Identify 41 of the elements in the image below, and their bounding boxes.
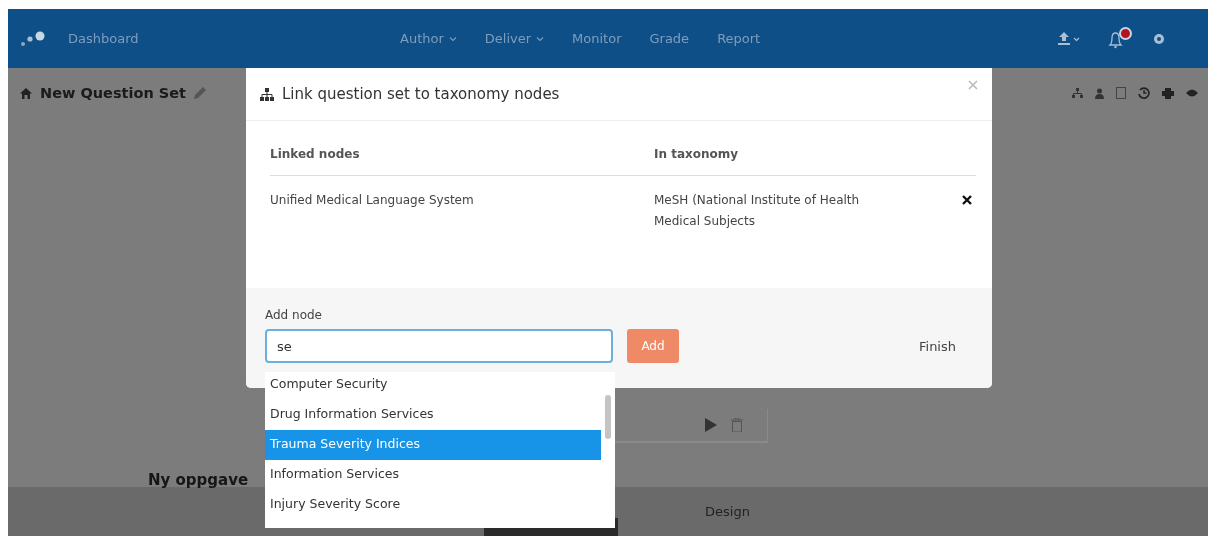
suggestion-item[interactable]: Trauma Severity Indices — [265, 430, 601, 460]
upload-icon[interactable] — [1058, 31, 1082, 46]
finish-button[interactable]: Finish — [913, 337, 962, 355]
nav-menu-item[interactable]: Monitor — [572, 31, 622, 46]
nav-menu-item[interactable]: Author — [400, 31, 457, 46]
hierarchy-icon[interactable] — [1072, 87, 1083, 99]
design-tab[interactable]: Design — [705, 504, 750, 519]
suggestion-item[interactable]: Information Services — [265, 460, 601, 490]
remove-icon[interactable] — [962, 195, 972, 205]
logo-icon[interactable] — [20, 29, 46, 48]
close-icon[interactable] — [968, 80, 978, 90]
table-cell-text: MeSH (National Institute of Health Medical Subjects — [654, 192, 861, 230]
suggestion-item[interactable]: Computer Security — [265, 372, 601, 400]
dialog-title: Link question set to taxonomy nodes — [282, 85, 560, 103]
scrollbar[interactable] — [605, 395, 611, 439]
trash-icon[interactable] — [731, 418, 743, 432]
column-header: In taxonomy — [654, 147, 740, 161]
suggestion-item[interactable]: Injury Severity Score — [265, 490, 601, 520]
input-field[interactable]: se — [265, 329, 613, 363]
caret-icon[interactable] — [536, 35, 545, 42]
history-icon[interactable] — [1138, 87, 1150, 99]
column-header: Linked nodes — [270, 147, 361, 161]
pencil-icon[interactable] — [194, 87, 206, 99]
nav-menu-item[interactable]: Report — [717, 31, 761, 46]
eye-icon[interactable] — [1186, 89, 1198, 97]
task-title: Ny oppgave — [148, 471, 249, 489]
settings-icon[interactable] — [1152, 31, 1166, 46]
nav-menu-item[interactable]: Deliver — [484, 31, 545, 46]
play-icon[interactable] — [705, 418, 717, 432]
nav-menu-item[interactable]: Grade — [649, 31, 690, 46]
hierarchy-icon — [260, 87, 274, 101]
field-label: Add node — [265, 308, 323, 322]
user-icon[interactable] — [1095, 87, 1104, 99]
suggestion-item[interactable]: Drug Information Services — [265, 400, 601, 430]
home-icon[interactable] — [20, 87, 32, 99]
caret-icon[interactable] — [448, 35, 457, 42]
dashboard-link[interactable]: Dashboard — [68, 31, 139, 46]
table-cell-text: Unified Medical Language System — [270, 192, 475, 209]
document-icon[interactable] — [1116, 87, 1126, 99]
add-button[interactable]: Add — [627, 329, 679, 363]
question-set-title: New Question Set — [40, 85, 186, 101]
